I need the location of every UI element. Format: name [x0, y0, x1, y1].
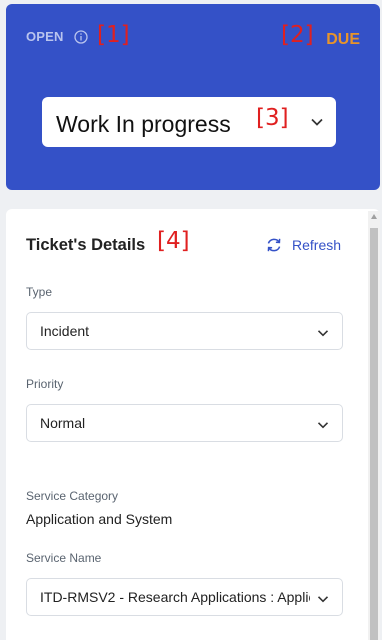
ticket-status-card: OPEN [1] [2] DUE Work In progress [3]	[6, 4, 380, 190]
chevron-down-icon	[310, 115, 324, 129]
scrollbar-thumb[interactable]	[370, 228, 378, 640]
info-icon[interactable]	[74, 30, 88, 44]
chevron-down-icon	[317, 418, 329, 430]
status-label: OPEN	[26, 29, 64, 44]
priority-select[interactable]: Normal	[26, 404, 343, 442]
refresh-label: Refresh	[292, 237, 342, 253]
refresh-button[interactable]: Refresh	[265, 234, 341, 256]
type-value: Incident	[40, 323, 90, 339]
service-name-value: ITD-RMSV2 - Research Applications : Appl…	[40, 589, 310, 605]
marker-4: [4]	[157, 228, 190, 254]
type-label: Type	[26, 285, 53, 299]
marker-3: [3]	[256, 105, 289, 131]
ticket-details-card: Ticket's Details [4] Refresh Type Incide…	[6, 209, 380, 640]
chevron-down-icon	[317, 326, 329, 338]
ticket-state-value: Work In progress	[56, 111, 231, 137]
marker-2: [2]	[281, 22, 314, 48]
type-select[interactable]: Incident	[26, 312, 343, 350]
refresh-icon	[267, 238, 281, 252]
service-name-select[interactable]: ITD-RMSV2 - Research Applications : Appl…	[26, 578, 343, 616]
service-category-label: Service Category	[26, 489, 119, 503]
priority-value: Normal	[40, 415, 86, 431]
chevron-down-icon	[317, 592, 329, 604]
scroll-up-arrow-icon[interactable]	[371, 214, 377, 219]
marker-1: [1]	[97, 22, 130, 48]
details-scrollbar[interactable]	[368, 211, 380, 640]
priority-label: Priority	[26, 377, 64, 391]
service-name-label: Service Name	[26, 551, 102, 565]
service-category-value: Application and System	[26, 511, 173, 527]
details-title: Ticket's Details	[26, 236, 146, 254]
due-label: DUE	[326, 31, 360, 48]
ticket-state-select[interactable]: Work In progress [3]	[42, 97, 336, 147]
